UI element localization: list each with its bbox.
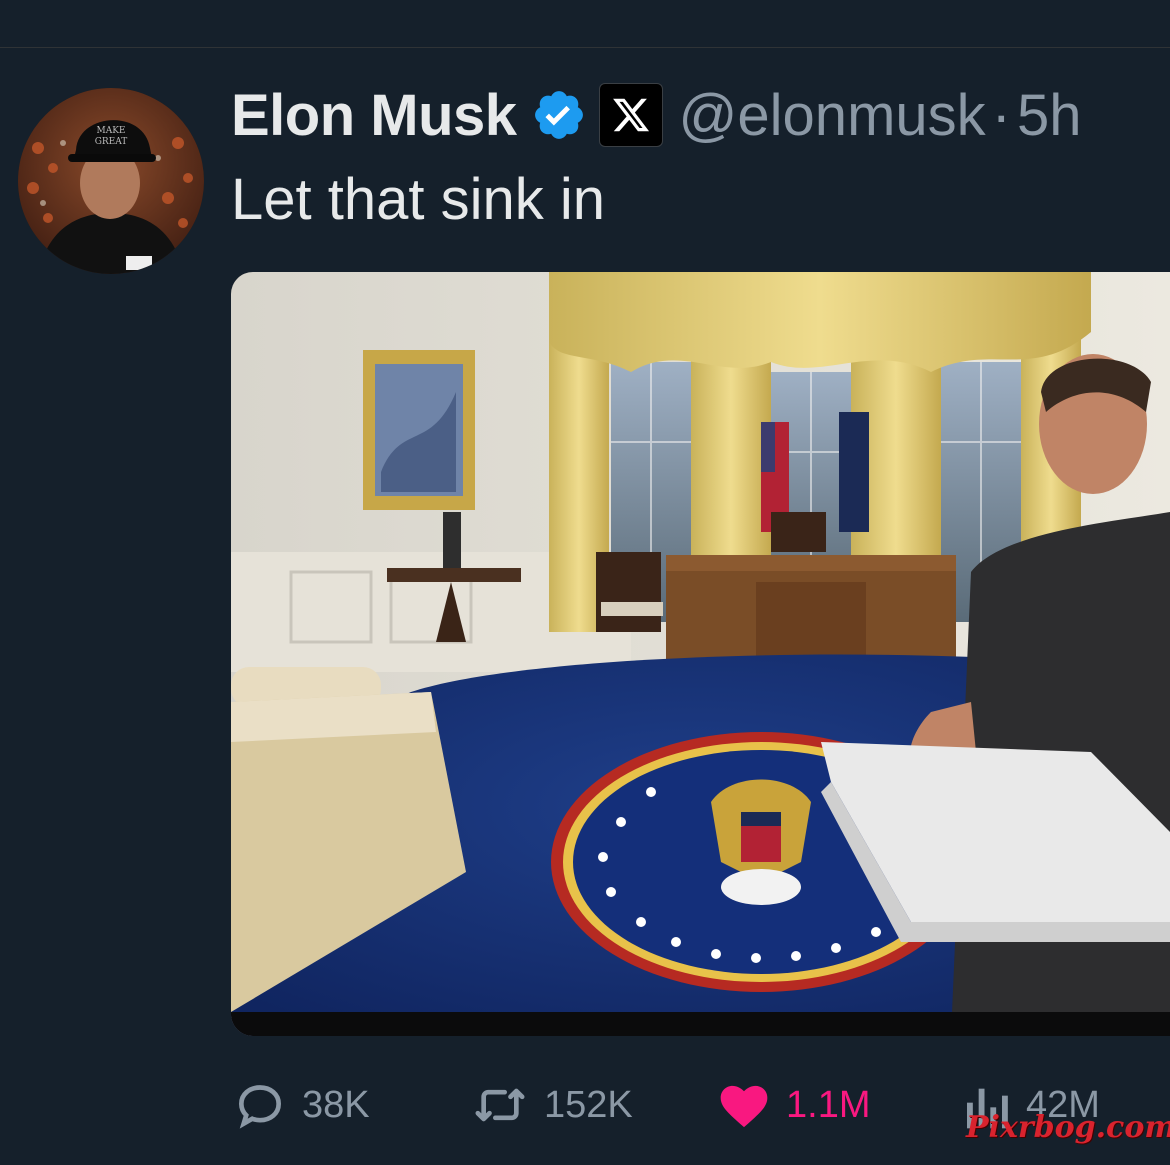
header-separator: · xyxy=(991,82,1011,148)
watermark-text: Pixrbog.com xyxy=(966,1110,1170,1145)
like-button[interactable]: 1.1M xyxy=(716,1070,870,1140)
tweet-header: Elon Musk @elonmusk · 5h xyxy=(231,80,1081,150)
retweet-count: 152K xyxy=(544,1083,633,1126)
heart-icon xyxy=(720,1085,768,1128)
svg-text:MAKE: MAKE xyxy=(96,126,125,136)
x-logo-icon[interactable] xyxy=(598,83,663,147)
retweet-button[interactable]: 152K xyxy=(470,1070,633,1140)
author-handle[interactable]: @elonmusk xyxy=(679,82,986,149)
svg-text:GREAT: GREAT xyxy=(95,137,128,147)
tweet-timestamp[interactable]: 5h xyxy=(1017,82,1082,149)
author-name[interactable]: Elon Musk xyxy=(231,82,517,149)
verified-badge-icon[interactable] xyxy=(531,87,587,143)
reply-icon xyxy=(238,1085,282,1129)
reply-button[interactable]: 38K xyxy=(232,1070,370,1140)
tweet-text: Let that sink in xyxy=(231,167,605,232)
author-avatar[interactable]: MAKE GREAT xyxy=(18,88,204,274)
like-count: 1.1M xyxy=(786,1083,871,1126)
top-divider xyxy=(0,47,1170,48)
retweet-icon xyxy=(475,1088,525,1122)
reply-count: 38K xyxy=(302,1083,370,1126)
tweet-media-image[interactable] xyxy=(231,272,1170,1036)
